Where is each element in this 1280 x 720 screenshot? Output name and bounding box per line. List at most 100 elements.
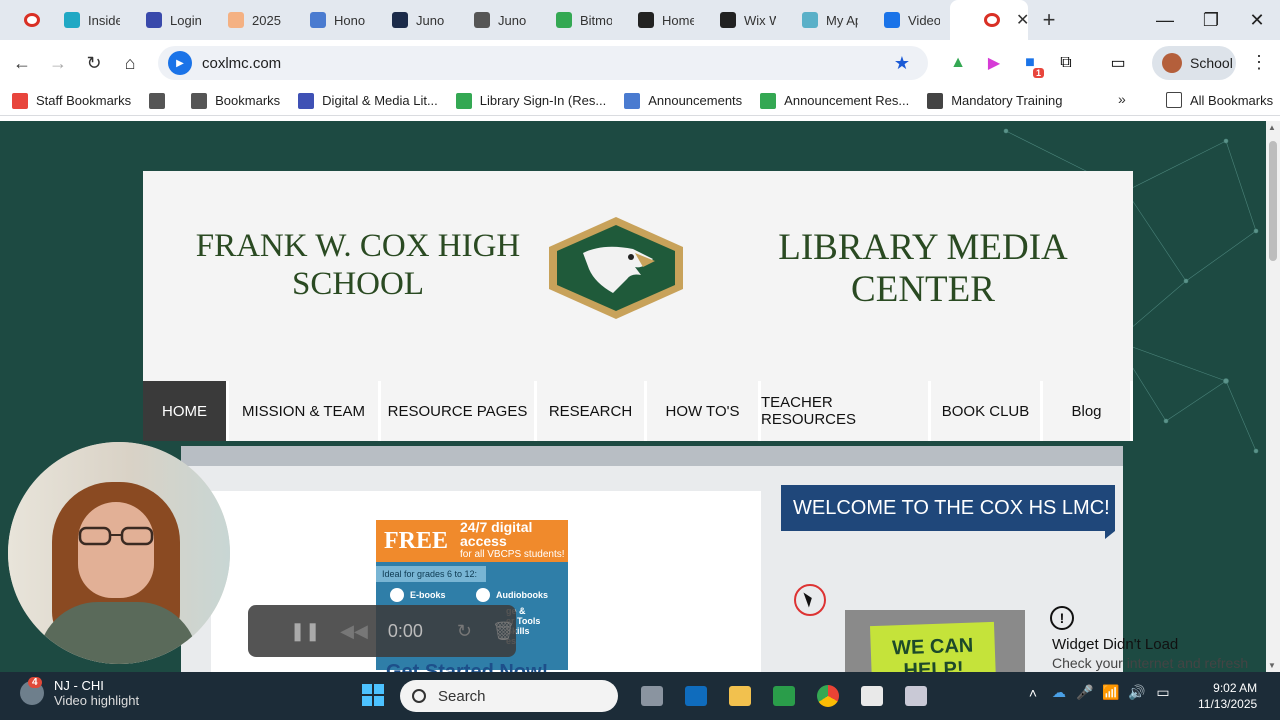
webcam-overlay[interactable]: [8, 442, 230, 664]
close-window-button[interactable]: ✕: [1234, 0, 1280, 40]
restart-icon[interactable]: ↻: [457, 621, 472, 642]
rewind-icon[interactable]: ◀◀: [340, 621, 368, 642]
widgets-button[interactable]: 4 NJ - CHI Video highlight: [20, 677, 139, 708]
minimize-button[interactable]: —: [1142, 0, 1188, 40]
wifi-icon[interactable]: 📶: [1098, 684, 1124, 701]
scroll-down-arrow-icon[interactable]: ▼: [1268, 661, 1276, 670]
maximize-button[interactable]: ❐: [1188, 0, 1234, 40]
bookmark-item[interactable]: Announcement Res...: [760, 92, 909, 109]
widget-error-title: Widget Didn't Load: [1052, 636, 1179, 653]
nav-item[interactable]: Blog: [1043, 381, 1133, 441]
bookmark-item[interactable]: [149, 92, 173, 109]
tab-favicon-icon: [720, 12, 736, 28]
close-tab-icon[interactable]: ✕: [1016, 10, 1028, 30]
tab-6[interactable]: Juno M: [458, 0, 540, 40]
forward-button[interactable]: →: [40, 45, 76, 81]
screencast-extension-icon[interactable]: ▶: [976, 48, 1012, 78]
bookmark-icon: [624, 92, 641, 109]
volume-icon[interactable]: 🔊: [1124, 684, 1150, 701]
welcome-banner-tail: [1105, 531, 1115, 539]
tab-label: Home: [662, 12, 694, 28]
tab-8[interactable]: Home: [622, 0, 704, 40]
bookmark-item[interactable]: Announcements: [624, 92, 743, 109]
home-button[interactable]: ⌂: [112, 45, 148, 81]
tab-1[interactable]: Inside: [48, 0, 130, 40]
nav-item[interactable]: TEACHER RESOURCES: [761, 381, 931, 441]
site-navbar: HOME MISSION & TEAM RESOURCE PAGES RESEARCH…: [143, 381, 1133, 441]
promo-audiobooks: Audiobooks: [496, 590, 548, 600]
reload-button[interactable]: ↻: [76, 45, 112, 81]
store-icon[interactable]: [850, 680, 894, 712]
bookmark-item[interactable]: Library Sign-In (Res...: [455, 92, 606, 109]
we-can-help-image[interactable]: WE CAN HELP!: [845, 610, 1025, 672]
show-hidden-icons-chevron-icon[interactable]: ˄: [1020, 685, 1046, 701]
chat-app-icon[interactable]: [762, 680, 806, 712]
menu-kebab-icon[interactable]: ⋮: [1250, 52, 1268, 73]
extensions-puzzle-icon[interactable]: ⧉: [1048, 48, 1084, 78]
tab-5[interactable]: Juno -: [376, 0, 458, 40]
snipping-tool-icon[interactable]: [894, 680, 938, 712]
tab-search-icon[interactable]: ▭: [1100, 48, 1136, 78]
falcon-logo[interactable]: [543, 213, 689, 323]
bookmark-item[interactable]: Digital & Media Lit...: [298, 92, 438, 109]
scroll-thumb[interactable]: [1269, 141, 1277, 261]
bookmark-star-icon[interactable]: ★: [894, 53, 910, 74]
drive-extension-icon[interactable]: ▲: [940, 48, 976, 78]
nav-item[interactable]: RESEARCH: [537, 381, 647, 441]
all-bookmarks-button[interactable]: All Bookmarks: [1166, 92, 1273, 108]
tab-favicon-icon: [146, 12, 162, 28]
clock-date: 11/13/2025: [1198, 697, 1258, 711]
tab-11[interactable]: Videos: [868, 0, 950, 40]
mouse-cursor-highlight: [794, 584, 826, 616]
tab-active-recording[interactable]: ✕: [950, 0, 1028, 40]
tab-recording[interactable]: [0, 0, 48, 40]
file-explorer-icon[interactable]: [718, 680, 762, 712]
tab-favicon-icon: [64, 12, 80, 28]
outlook-icon[interactable]: [674, 680, 718, 712]
bookmark-label: Bookmarks: [215, 93, 281, 108]
tab-10[interactable]: My Ap: [786, 0, 868, 40]
tab-7[interactable]: Bitmoj: [540, 0, 622, 40]
nav-item[interactable]: HOME: [143, 381, 229, 441]
extension-with-badge-icon[interactable]: ■ 1: [1012, 48, 1048, 78]
battery-icon[interactable]: ▭: [1150, 684, 1176, 701]
tab-2[interactable]: Login: [130, 0, 212, 40]
task-view-icon[interactable]: [630, 680, 674, 712]
more-bookmarks-chevron-icon[interactable]: »: [1118, 91, 1126, 107]
delete-icon[interactable]: 🗑: [492, 621, 515, 642]
get-started-link[interactable]: Get Started Now!: [386, 661, 548, 672]
tab-favicon-icon: [884, 12, 900, 28]
tab-4[interactable]: Honor: [294, 0, 376, 40]
new-tab-button[interactable]: +: [1034, 7, 1064, 33]
address-bar[interactable]: ▶ coxlmc.com ★: [158, 46, 928, 80]
tab-label: Honor: [334, 12, 366, 28]
tab-9[interactable]: Wix W: [704, 0, 786, 40]
nav-item[interactable]: HOW TO'S: [647, 381, 761, 441]
browser-toolbar: ← → ↻ ⌂ ▶ coxlmc.com ★ ▲ ▶ ■ 1 ⧉ ▭ School…: [0, 40, 1280, 86]
alert-icon: !: [1050, 606, 1074, 630]
onedrive-icon[interactable]: ☁: [1046, 684, 1072, 701]
bookmark-item[interactable]: Staff Bookmarks: [12, 92, 131, 109]
taskbar-search[interactable]: Search: [400, 680, 618, 712]
profile-button[interactable]: School: [1152, 46, 1236, 80]
microphone-icon[interactable]: 🎤: [1072, 684, 1098, 701]
taskbar-clock[interactable]: 9:02 AM 11/13/2025: [1198, 680, 1257, 712]
pause-icon[interactable]: ❚❚: [290, 621, 320, 642]
tab-3[interactable]: 2025 V: [212, 0, 294, 40]
tab-favicon-icon: [228, 12, 244, 28]
bookmark-item[interactable]: Mandatory Training: [927, 92, 1062, 109]
page-scrollbar[interactable]: ▲ ▼: [1266, 121, 1280, 672]
nav-item[interactable]: BOOK CLUB: [931, 381, 1043, 441]
chrome-icon[interactable]: [806, 680, 850, 712]
nav-item[interactable]: RESOURCE PAGES: [381, 381, 537, 441]
tab-favicon-icon: [802, 12, 818, 28]
profile-label: School: [1190, 55, 1233, 71]
bookmark-item[interactable]: Bookmarks: [191, 92, 281, 109]
start-windows-icon[interactable]: [362, 684, 384, 706]
site-info-icon[interactable]: ▶: [168, 51, 192, 75]
ebook-icon: [390, 588, 404, 602]
scroll-up-arrow-icon[interactable]: ▲: [1268, 123, 1276, 132]
back-button[interactable]: ←: [4, 45, 40, 81]
bookmark-label: Announcements: [648, 93, 743, 108]
nav-item[interactable]: MISSION & TEAM: [229, 381, 381, 441]
